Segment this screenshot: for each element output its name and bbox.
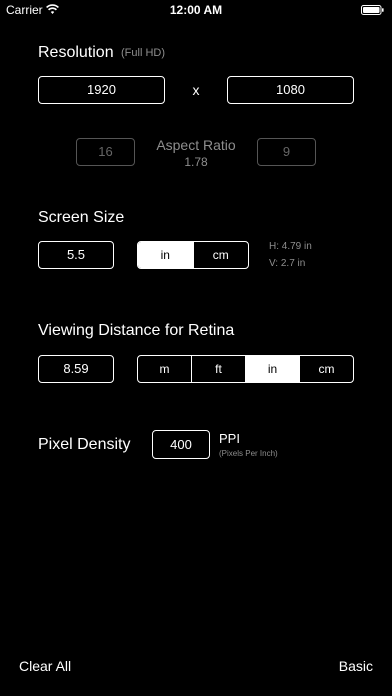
resolution-height-input[interactable]: 1080 (227, 76, 354, 104)
clear-all-button[interactable]: Clear All (19, 658, 71, 674)
viewing-distance-unit-in[interactable]: in (245, 356, 299, 382)
screen-size-input[interactable]: 5.5 (38, 241, 114, 269)
screen-size-unit-cm[interactable]: cm (192, 242, 249, 268)
resolution-width-input[interactable]: 1920 (38, 76, 165, 104)
resolution-separator: x (192, 82, 200, 98)
resolution-label: Resolution (38, 44, 114, 61)
screen-vertical-dimension: V: 2.7 in (269, 258, 306, 269)
resolution-sub-label: (Full HD) (121, 47, 165, 59)
screen-size-label: Screen Size (38, 209, 125, 226)
viewing-distance-unit-m[interactable]: m (138, 356, 191, 382)
aspect-ratio-label: Aspect Ratio (156, 137, 236, 153)
screen-height-dimension: H: 4.79 in (269, 241, 312, 252)
clock-time: 12:00 AM (169, 3, 223, 17)
aspect-ratio-left-input[interactable]: 16 (76, 138, 135, 166)
viewing-distance-unit-ft[interactable]: ft (191, 356, 245, 382)
status-bar: Carrier 12:00 AM (0, 0, 392, 20)
viewing-distance-input[interactable]: 8.59 (38, 355, 114, 383)
aspect-ratio-value: 1.78 (184, 155, 208, 169)
aspect-ratio-right-input[interactable]: 9 (257, 138, 316, 166)
pixel-density-unit: PPI (219, 431, 240, 446)
screen-size-unit-selector: in cm (137, 241, 249, 269)
screen-size-unit-in[interactable]: in (138, 242, 193, 268)
viewing-distance-unit-selector: m ft in cm (137, 355, 354, 383)
pixel-density-input[interactable]: 400 (152, 430, 210, 459)
battery-icon (361, 5, 384, 15)
viewing-distance-label: Viewing Distance for Retina (38, 322, 235, 339)
pixel-density-unit-description: (Pixels Per Inch) (219, 449, 278, 458)
pixel-density-label: Pixel Density (38, 436, 131, 453)
viewing-distance-unit-cm[interactable]: cm (299, 356, 353, 382)
basic-mode-button[interactable]: Basic (339, 658, 373, 674)
